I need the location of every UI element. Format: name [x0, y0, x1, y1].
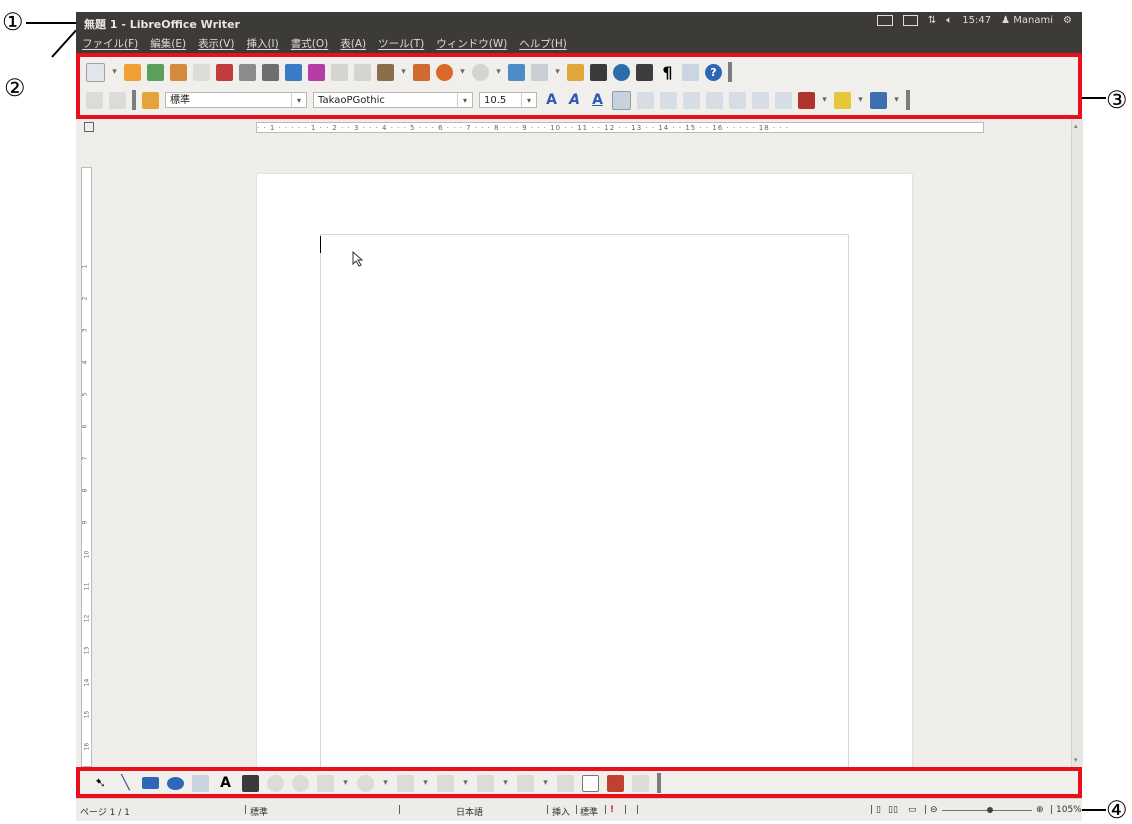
horizontal-ruler[interactable]: · · 1 · · · · · 1 · · 2 · · 3 · · · 4 · … [76, 119, 1082, 138]
user-menu[interactable]: ♟ Manami [1001, 15, 1053, 26]
menu-help[interactable]: ヘルプ(H) [519, 36, 567, 51]
user-name: Manami [1013, 15, 1054, 26]
callout-1: ① [2, 8, 24, 36]
vertical-ruler-number: 13 [83, 646, 91, 655]
status-divider: | [398, 805, 402, 815]
vertical-ruler-number: 5 [81, 392, 89, 397]
insert-mode[interactable]: 挿入 [552, 805, 570, 818]
status-divider: | [924, 805, 928, 815]
book-view-icon[interactable]: ▭ [908, 805, 917, 815]
mail-icon[interactable] [902, 15, 918, 26]
vertical-ruler-number: 6 [81, 424, 89, 429]
menu-edit[interactable]: 編集(E) [150, 36, 186, 51]
menu-window[interactable]: ウィンドウ(W) [436, 36, 507, 51]
ruler-scale: · · 1 · · · · · 1 · · 2 · · 3 · · · 4 · … [256, 122, 984, 133]
status-divider: | [604, 805, 608, 815]
vertical-ruler-number: 15 [83, 710, 91, 719]
single-page-view-icon[interactable]: ▯ [876, 805, 881, 815]
selection-mode[interactable]: 標準 [580, 805, 598, 818]
clock[interactable]: 15:47 [962, 15, 991, 26]
zoom-slider-thumb[interactable] [987, 807, 993, 813]
callout-3: ③ [1106, 86, 1128, 114]
vertical-ruler-number: 4 [81, 360, 89, 365]
highlight-toolbars [76, 53, 1082, 119]
vertical-ruler[interactable]: 1234567891011121314151617 [76, 137, 99, 782]
menu-format[interactable]: 書式(O) [291, 36, 328, 51]
zoom-in-icon[interactable]: ⊕ [1036, 805, 1044, 815]
vertical-ruler-number: 1 [81, 264, 89, 269]
user-icon: ♟ [1001, 15, 1011, 26]
zoom-level[interactable]: 105% [1056, 805, 1082, 815]
menu-view[interactable]: 表示(V) [198, 36, 234, 51]
vertical-ruler-number: 7 [81, 456, 89, 461]
vertical-ruler-number: 16 [83, 742, 91, 751]
scroll-down-icon[interactable]: ▾ [1074, 756, 1078, 764]
highlight-drawing-toolbar [76, 767, 1082, 798]
tab-type-icon[interactable] [84, 122, 94, 132]
window-titlebar: 無題 1 - LibreOffice Writer ⇅ 🔈︎ 15:47 ♟ M… [76, 12, 1082, 33]
vertical-ruler-number: 2 [81, 296, 89, 301]
mouse-pointer-icon [352, 251, 364, 267]
menu-insert[interactable]: 挿入(I) [246, 36, 278, 51]
network-icon[interactable]: ⇅ [928, 15, 936, 26]
vertical-ruler-number: 8 [81, 488, 89, 493]
menu-file[interactable]: ファイル(F) [82, 36, 138, 51]
page-count[interactable]: ページ 1 / 1 [80, 805, 130, 818]
status-divider: | [870, 805, 874, 815]
document-modified-icon[interactable]: ! [610, 805, 614, 815]
window-title: 無題 1 - LibreOffice Writer [84, 18, 240, 31]
ruler-numbers: · · 1 · · · · · 1 · · 2 · · 3 · · · 4 · … [257, 124, 790, 132]
vertical-ruler-number: 9 [81, 520, 89, 525]
callout-2-line [51, 29, 77, 58]
callout-4-line [1082, 809, 1106, 811]
language[interactable]: 日本語 [456, 805, 483, 818]
page-style[interactable]: 標準 [250, 805, 268, 818]
text-boundary [320, 234, 849, 774]
vertical-ruler-number: 10 [83, 550, 91, 559]
status-divider: | [1050, 805, 1054, 815]
vertical-ruler-number: 14 [83, 678, 91, 687]
gear-icon[interactable]: ⚙ [1063, 15, 1072, 26]
vertical-ruler-number: 12 [83, 614, 91, 623]
callout-3-line [1082, 97, 1106, 99]
zoom-out-icon[interactable]: ⊖ [930, 805, 938, 815]
menu-tools[interactable]: ツール(T) [378, 36, 424, 51]
status-divider: | [244, 805, 248, 815]
menu-table[interactable]: 表(A) [340, 36, 366, 51]
status-divider: | [636, 805, 640, 815]
status-divider: | [624, 805, 628, 815]
multi-page-view-icon[interactable]: ▯▯ [888, 805, 898, 815]
volume-icon[interactable]: 🔈︎ [946, 15, 952, 26]
callout-4: ④ [1106, 796, 1128, 824]
scroll-up-icon[interactable]: ▴ [1074, 122, 1078, 130]
text-cursor [320, 236, 321, 253]
callout-1-line [26, 22, 78, 24]
menubar: ファイル(F) 編集(E) 表示(V) 挿入(I) 書式(O) 表(A) ツール… [76, 33, 1082, 53]
status-divider: | [575, 805, 579, 815]
system-indicators: ⇅ 🔈︎ 15:47 ♟ Manami ⚙ [876, 15, 1072, 26]
vertical-scrollbar[interactable]: ▴ ▾ [1071, 119, 1083, 767]
keyboard-icon[interactable] [876, 15, 893, 26]
vertical-ruler-scale: 1234567891011121314151617 [81, 167, 92, 782]
status-divider: | [546, 805, 550, 815]
statusbar: ページ 1 / 1 | 標準 | 日本語 | 挿入 | 標準 | ! | | |… [76, 798, 1082, 821]
vertical-ruler-number: 11 [83, 582, 91, 591]
callout-2: ② [4, 74, 26, 102]
vertical-ruler-number: 3 [81, 328, 89, 333]
